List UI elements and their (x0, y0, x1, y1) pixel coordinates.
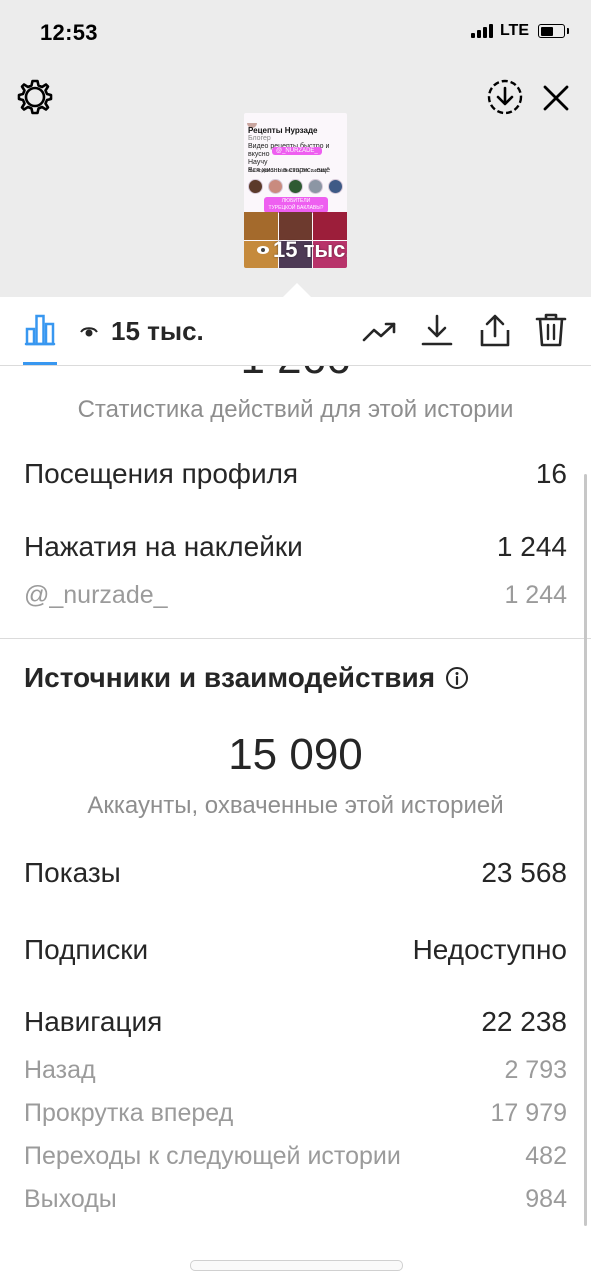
status-time: 12:53 (40, 20, 98, 45)
views-counter: 15 тыс. (80, 316, 204, 347)
nav-exits-row: Выходы 984 (24, 1185, 567, 1214)
sticker-taps-label: Нажатия на наклейки (24, 531, 303, 562)
thumb-topbar (247, 115, 344, 128)
thumb-highlights (248, 179, 343, 194)
discovery-title-text: Источники и взаимодействия (24, 662, 436, 693)
thumb-pointer (283, 283, 311, 297)
close-icon[interactable] (538, 80, 574, 116)
insights-scroll-area[interactable]: 1 266 Статистика действий для этой истор… (0, 366, 591, 1260)
story-preview-area: 12:53 LTE Рецепты Нурзаде Блогер Видео и… (0, 0, 591, 297)
sticker-mention-row: @_nurzade_ 1 244 (24, 581, 567, 610)
impressions-label: Показы (24, 857, 121, 888)
impressions-value: 23 568 (481, 857, 567, 888)
eye-icon (257, 246, 269, 254)
sticker-mention-value: 1 244 (504, 581, 567, 609)
nav-forward-label: Прокрутка вперед (24, 1099, 234, 1127)
nav-exits-value: 984 (525, 1185, 567, 1213)
eye-icon (80, 326, 98, 336)
interactions-total: 1 266 (0, 366, 591, 384)
battery-icon (538, 24, 569, 38)
navigation-label: Навигация (24, 1006, 163, 1037)
profile-visits-label: Посещения профиля (24, 458, 299, 489)
network-type: LTE (499, 22, 529, 39)
nav-forward-value: 17 979 (490, 1099, 567, 1127)
thumb-mention-sticker: @_NURZADE_ (272, 147, 322, 155)
thumb-bio-line: Блогер (248, 135, 271, 142)
info-icon[interactable] (445, 666, 469, 690)
navigation-row: Навигация 22 238 (24, 1006, 567, 1038)
status-indicators: LTE (470, 22, 569, 40)
share-icon[interactable] (476, 311, 514, 349)
thumb-bio-line: Научу (248, 159, 268, 166)
reach-value: 15 090 (228, 730, 363, 779)
sticker-taps-value: 1 244 (496, 531, 567, 562)
nav-back-label: Назад (24, 1056, 96, 1084)
download-circle-icon[interactable] (484, 76, 526, 118)
nav-exits-label: Выходы (24, 1185, 117, 1213)
thumb-profile-name: Рецепты Нурзаде (248, 126, 318, 135)
profile-visits-value: 16 (535, 458, 567, 489)
thumb-question-sticker: ЛЮБИТЕЛИ ТУРЕЦКОЙ БАКЛАВЫ? (264, 197, 328, 213)
gear-icon[interactable] (14, 76, 56, 118)
thumb-views: 15 тыс. (256, 237, 347, 263)
sticker-taps-row: Нажатия на наклейки 1 244 (24, 531, 567, 563)
nav-next-story-value: 482 (525, 1142, 567, 1170)
bar-chart-icon[interactable] (22, 312, 58, 348)
nav-forward-row: Прокрутка вперед 17 979 (24, 1099, 567, 1128)
nav-back-value: 2 793 (504, 1056, 567, 1084)
nav-next-story-label: Переходы к следующей истории (24, 1142, 401, 1170)
nav-next-story-row: Переходы к следующей истории 482 (24, 1142, 567, 1171)
reach-caption: Аккаунты, охваченные этой историей (87, 792, 504, 819)
home-indicator[interactable] (190, 1260, 403, 1271)
views-count-label: 15 тыс. (111, 316, 204, 346)
follows-label: Подписки (24, 934, 149, 965)
insights-toolbar: 15 тыс. (0, 297, 591, 366)
download-icon[interactable] (418, 311, 456, 349)
nav-back-row: Назад 2 793 (24, 1056, 567, 1085)
thumb-views-count: 15 тыс. (273, 237, 347, 262)
profile-visits-row: Посещения профиля 16 (24, 458, 567, 490)
follows-value: Недоступно (412, 934, 567, 965)
navigation-value: 22 238 (481, 1006, 567, 1037)
trend-icon[interactable] (360, 314, 400, 348)
signal-icon (470, 24, 493, 38)
trash-icon[interactable] (532, 311, 570, 349)
follows-row: Подписки Недоступно (24, 934, 567, 966)
actions-caption: Статистика действий для этой истории (77, 396, 514, 423)
section-divider (0, 638, 591, 639)
active-tab-indicator (23, 362, 57, 365)
sticker-mention-label: @_nurzade_ (24, 581, 168, 609)
story-thumbnail[interactable]: Рецепты Нурзаде Блогер Видео рецепты,быс… (244, 113, 347, 268)
story-insights-screen: 12:53 LTE Рецепты Нурзаде Блогер Видео и… (0, 0, 591, 1280)
impressions-row: Показы 23 568 (24, 857, 567, 889)
scrollbar[interactable] (584, 474, 587, 1226)
thumb-profile-buttons: Вы подпис... Написать Эл. письмо (248, 168, 328, 174)
discovery-section-title: Источники и взаимодействия (24, 662, 469, 694)
